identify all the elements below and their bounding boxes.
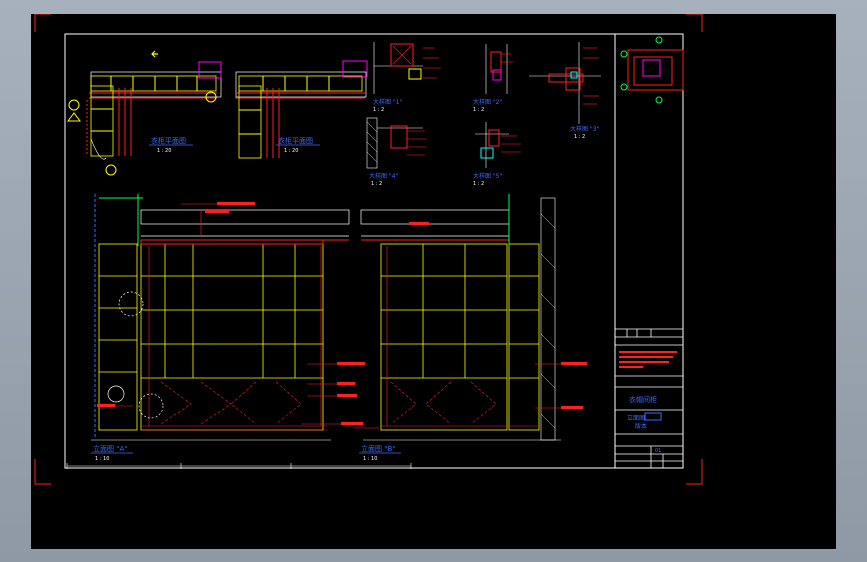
- detail-2: [485, 44, 513, 94]
- crop-marks: [34, 14, 703, 485]
- title-block-sheet: 01: [655, 448, 661, 454]
- detail-1-scale: 1 : 2: [373, 107, 384, 113]
- detail-5: [475, 122, 521, 168]
- plan-a-scale: 1 : 20: [157, 148, 171, 154]
- detail-4-scale: 1 : 2: [371, 181, 382, 187]
- elevation-a-scale: 1 : 10: [95, 456, 109, 462]
- title-block-rev: 版本: [635, 422, 647, 430]
- plan-a-title: 衣柜平面图: [151, 136, 186, 145]
- elevation-b-title: 立面图 "B": [361, 444, 395, 453]
- plan-a: [67, 50, 222, 176]
- detail-3-title: 大样图 "3": [570, 125, 599, 133]
- detail-1: [373, 42, 441, 94]
- key-plan: [620, 36, 684, 104]
- detail-3-scale: 1 : 2: [574, 134, 585, 140]
- detail-4-title: 大样图 "4": [369, 172, 398, 180]
- title-block-project: 衣帽间柜: [629, 395, 657, 404]
- plan-b-title: 衣柜平面图: [278, 136, 313, 145]
- plan-b-scale: 1 : 20: [284, 148, 298, 154]
- title-block-type: 立面图: [627, 414, 645, 422]
- detail-5-scale: 1 : 2: [473, 181, 484, 187]
- detail-2-title: 大样图 "2": [473, 98, 502, 106]
- cad-drawing: 衣帽间柜 立面图 版本 01 衣柜平面图 1 : 20 衣柜平面图 1: 20…: [34, 14, 703, 485]
- detail-5-title: 大样图 "5": [473, 172, 502, 180]
- cad-viewport[interactable]: 衣帽间柜 立面图 版本 01 衣柜平面图 1 : 20 衣柜平面图 1: 20…: [31, 14, 836, 549]
- detail-2-scale: 1 : 2: [473, 107, 484, 113]
- detail-3: [529, 42, 601, 124]
- detail-4: [366, 117, 427, 169]
- title-block-notes: [619, 351, 677, 368]
- elevation-b-scale: 1 : 10: [363, 456, 377, 462]
- elevation-a: [91, 194, 365, 441]
- title-block-stamp: [644, 412, 662, 421]
- elevation-b: [353, 194, 587, 441]
- elevation-a-title: 立面图 "A": [93, 444, 127, 453]
- detail-1-title: 大样图 "1": [373, 98, 402, 106]
